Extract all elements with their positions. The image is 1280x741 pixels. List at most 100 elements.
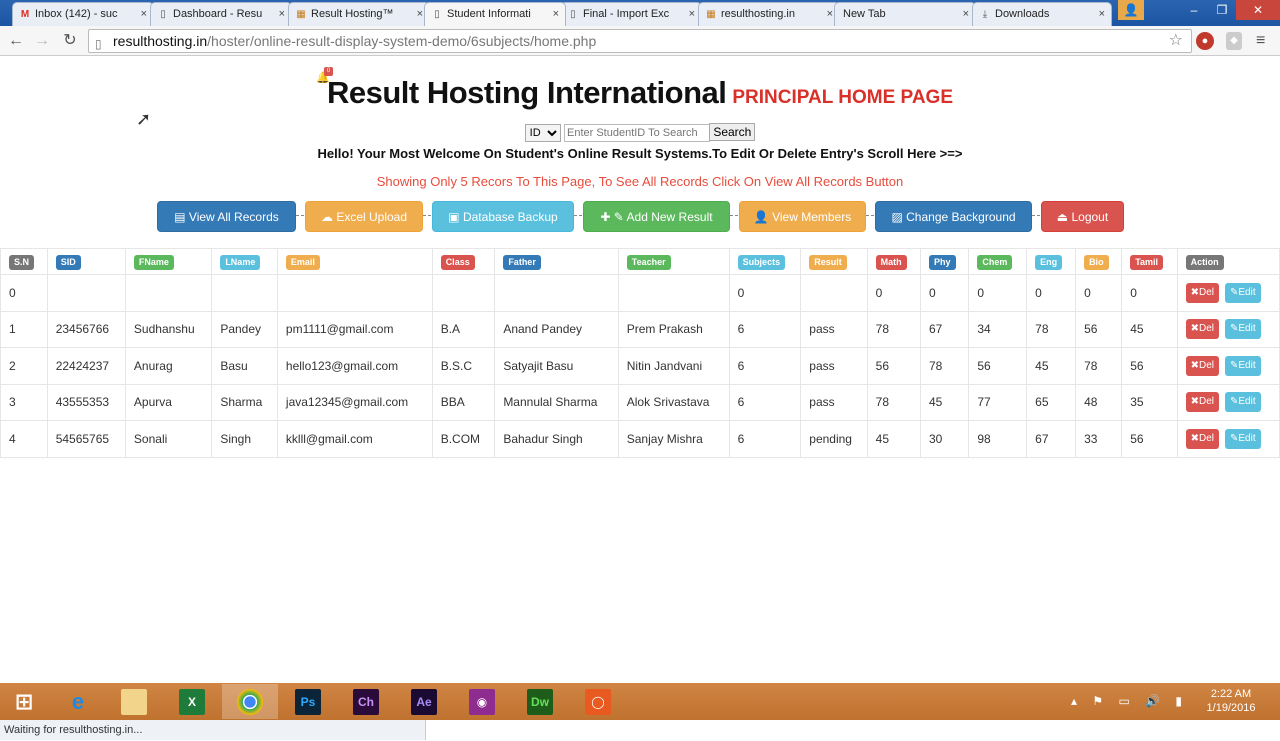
- clock[interactable]: 2:22 AM 1/19/2016: [1196, 687, 1266, 715]
- profile-icon[interactable]: 👤: [1118, 0, 1144, 20]
- tray-icons[interactable]: ▴ ⚑ ▭ 🔊 ▮: [1071, 694, 1188, 708]
- close-icon[interactable]: ×: [417, 8, 423, 20]
- tab-dashboard[interactable]: ▯ Dashboard - Resu ×: [150, 2, 292, 26]
- table-row: 3 43555353 Apurva Sharma java12345@gmail.com…: [0, 383, 1280, 421]
- extension-icon[interactable]: ●: [1196, 32, 1214, 50]
- table-cell: [800, 274, 868, 312]
- table-cell: [494, 274, 619, 312]
- table-cell: 4: [0, 420, 48, 458]
- search-form: ID Search: [0, 123, 1280, 142]
- site-title: Result Hosting International: [327, 75, 727, 110]
- close-icon[interactable]: ×: [963, 8, 969, 20]
- forward-icon[interactable]: →: [32, 31, 52, 51]
- change-background-button[interactable]: ▨ Change Background: [875, 201, 1032, 232]
- close-icon[interactable]: ×: [279, 8, 285, 20]
- logout-button[interactable]: ⏏ Logout: [1041, 201, 1124, 232]
- delete-button[interactable]: ✖Del: [1185, 428, 1219, 449]
- table-cell: Sonali: [124, 420, 213, 458]
- delete-button[interactable]: ✖Del: [1185, 282, 1219, 303]
- taskbar-office[interactable]: ◯: [570, 684, 626, 719]
- column-header-label: Father: [503, 254, 541, 270]
- excel-upload-button[interactable]: ☁ Excel Upload: [305, 201, 423, 232]
- tab-student-information[interactable]: ▯ Student Informati ×: [424, 2, 566, 26]
- action-cell: ✖Del ✎Edit: [1176, 383, 1280, 421]
- excel-icon: X: [179, 689, 205, 715]
- table-cell: Mannulal Sharma: [494, 383, 619, 421]
- page-icon: ▯: [95, 37, 102, 51]
- student-id-search-input[interactable]: [563, 124, 710, 142]
- database-icon: ▣: [448, 210, 460, 224]
- table-cell: 98: [968, 420, 1028, 458]
- column-header: Eng: [1026, 248, 1077, 275]
- edit-button[interactable]: ✎Edit: [1224, 282, 1261, 303]
- camera-icon: ◉: [469, 689, 495, 715]
- delete-button[interactable]: ✖Del: [1185, 355, 1219, 376]
- table-cell: 77: [968, 383, 1028, 421]
- edit-button[interactable]: ✎Edit: [1224, 319, 1261, 340]
- edit-button[interactable]: ✎Edit: [1224, 392, 1261, 413]
- edit-button[interactable]: ✎Edit: [1224, 355, 1261, 376]
- delete-button[interactable]: ✖Del: [1185, 392, 1219, 413]
- column-header-label: Teacher: [626, 254, 671, 270]
- tab-downloads[interactable]: ⤓ Downloads ×: [972, 2, 1112, 26]
- tab-final-import[interactable]: ▯ Final - Import Exc ×: [560, 2, 702, 26]
- edit-button[interactable]: ✎Edit: [1224, 428, 1261, 449]
- page-subtitle: PRINCIPAL HOME PAGE: [732, 87, 953, 108]
- add-new-result-button[interactable]: ✚ ✎ Add New Result: [583, 201, 730, 232]
- taskbar-camera[interactable]: ◉: [454, 684, 510, 719]
- table-cell: 1: [0, 310, 48, 348]
- chrome-menu-icon[interactable]: ≡: [1256, 32, 1265, 50]
- address-bar[interactable]: ▯ resulthosting.in/hoster/online-result-…: [88, 29, 1192, 53]
- database-backup-button[interactable]: ▣ Database Backup: [432, 201, 574, 232]
- taskbar-ie[interactable]: e: [50, 684, 106, 719]
- taskbar-photoshop[interactable]: Ps: [280, 684, 336, 719]
- table-row: 0 0 0 0 0 0 0 0 ✖Del ✎Edit: [0, 274, 1280, 312]
- close-icon[interactable]: ×: [553, 8, 559, 20]
- maximize-icon[interactable]: ❐: [1208, 0, 1236, 20]
- column-header-label: LName: [220, 254, 261, 270]
- column-header-label: Subjects: [737, 254, 786, 270]
- table-cell: kklll@gmail.com: [276, 420, 433, 458]
- taskbar-excel[interactable]: X: [164, 684, 220, 719]
- search-type-select[interactable]: ID: [524, 124, 561, 142]
- download-icon: ⤓: [982, 9, 988, 20]
- bookmark-star-icon[interactable]: ☆: [1169, 30, 1183, 52]
- delete-button[interactable]: ✖Del: [1185, 319, 1219, 340]
- table-cell: BBA: [431, 383, 496, 421]
- close-icon[interactable]: ×: [689, 8, 695, 20]
- list-icon: ▤: [174, 210, 186, 224]
- table-cell: 56: [968, 347, 1028, 385]
- table-cell: 0: [919, 274, 970, 312]
- tab-inbox[interactable]: M Inbox (142) - suc ×: [12, 2, 154, 26]
- action-cell: ✖Del ✎Edit: [1176, 274, 1280, 312]
- view-all-records-button[interactable]: ▤ View All Records: [157, 201, 296, 232]
- search-button[interactable]: Search: [709, 123, 756, 141]
- table-cell: pending: [800, 420, 868, 458]
- gmail-icon: M: [20, 9, 30, 20]
- reload-icon[interactable]: ↻: [60, 31, 80, 51]
- tab-resulthosting[interactable]: ▦ resulthosting.in ×: [698, 2, 840, 26]
- view-members-button[interactable]: 👤 View Members: [739, 201, 866, 232]
- back-icon[interactable]: ←: [6, 31, 26, 51]
- taskbar-dreamweaver[interactable]: Dw: [512, 684, 568, 719]
- taskbar-after-effects[interactable]: Ae: [396, 684, 452, 719]
- close-icon[interactable]: ×: [1099, 8, 1105, 20]
- table-cell: Prem Prakash: [617, 310, 730, 348]
- taskbar-chrome[interactable]: [222, 684, 278, 719]
- minimize-icon[interactable]: –: [1180, 0, 1208, 20]
- window-close-icon[interactable]: ✕: [1236, 0, 1280, 20]
- taskbar-character-animator[interactable]: Ch: [338, 684, 394, 719]
- taskbar-explorer[interactable]: [106, 684, 162, 719]
- tab-new-tab[interactable]: New Tab ×: [834, 2, 976, 26]
- shield-icon[interactable]: ◆: [1226, 32, 1242, 50]
- table-cell: [124, 274, 213, 312]
- table-cell: 35: [1121, 383, 1178, 421]
- tab-result-hosting[interactable]: ▦ Result Hosting™ ×: [288, 2, 430, 26]
- close-icon[interactable]: ×: [141, 8, 147, 20]
- windows-start-icon[interactable]: ⊞: [0, 684, 48, 719]
- browser-tab-strip: M Inbox (142) - suc × ▯ Dashboard - Resu × ▦…: [0, 0, 1280, 26]
- close-icon[interactable]: ×: [827, 8, 833, 20]
- character-animator-icon: Ch: [353, 689, 379, 715]
- column-header-label: Phy: [928, 254, 956, 270]
- table-cell: 34: [968, 310, 1028, 348]
